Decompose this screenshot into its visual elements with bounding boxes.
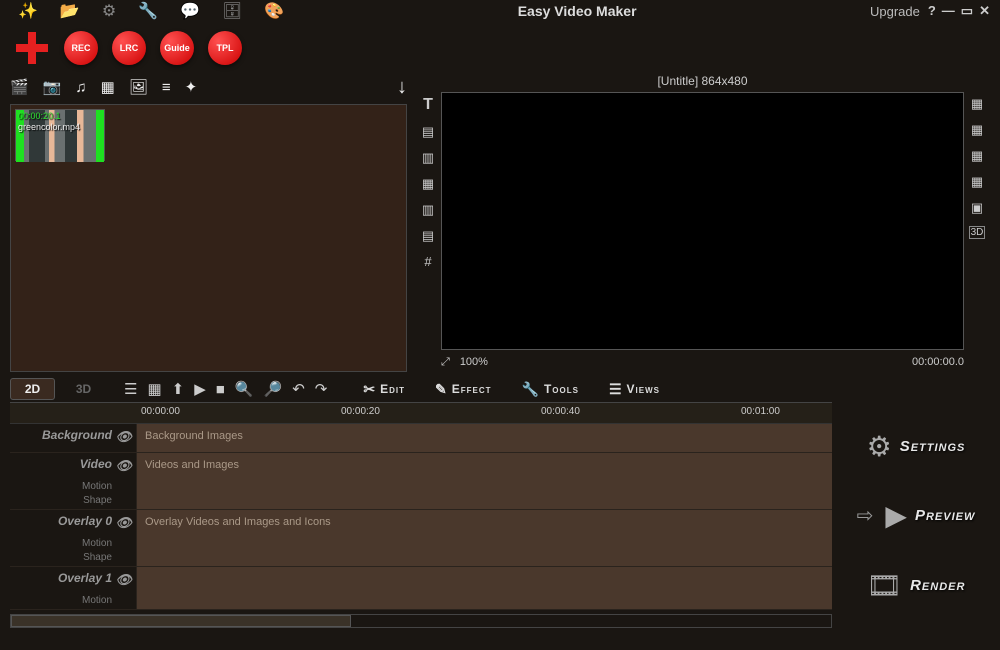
- main-toolbar: REC LRC Guide TPL: [0, 22, 1000, 74]
- chat-icon[interactable]: 💬: [180, 1, 200, 21]
- media-clip[interactable]: 00:00:20.1 greencolor.mp4: [15, 109, 105, 161]
- track-overlay-0[interactable]: Overlay 0👁 Motion Shape Overlay Videos a…: [10, 510, 832, 567]
- lrc-button[interactable]: LRC: [112, 31, 146, 65]
- titlebar: ✨ 📂 ⚙ 🔧 💬 🗄 🎨 Easy Video Maker Upgrade ?…: [0, 0, 1000, 22]
- frame-tab-icon[interactable]: ▦: [101, 78, 115, 96]
- help-icon[interactable]: ?: [928, 3, 936, 19]
- align-left-icon[interactable]: ▤: [422, 124, 434, 140]
- up-icon[interactable]: ⬆: [172, 380, 185, 398]
- tab-3d[interactable]: 3D: [61, 378, 106, 400]
- eye-icon[interactable]: 👁: [115, 429, 132, 445]
- color-icon[interactable]: 🎨: [264, 1, 284, 21]
- upgrade-link[interactable]: Upgrade: [870, 4, 920, 19]
- align-right-icon[interactable]: ▥: [422, 150, 434, 166]
- menu-icon[interactable]: ☰: [124, 380, 137, 398]
- maximize-icon[interactable]: ▭: [961, 3, 973, 19]
- tpl-button[interactable]: TPL: [208, 31, 242, 65]
- eye-icon[interactable]: 👁: [115, 572, 132, 588]
- zoom-level: 100%: [460, 356, 488, 368]
- redo-icon[interactable]: ↷: [315, 380, 328, 398]
- undo-icon[interactable]: ↶: [292, 380, 305, 398]
- timeline-ruler[interactable]: 00:00:00 00:00:20 00:00:40 00:01:00: [10, 402, 832, 424]
- side-actions: ⚙ Settings ⇨ ▶ Preview 🎞 Render: [832, 402, 1000, 630]
- stop-icon[interactable]: ■: [216, 381, 225, 398]
- render-button[interactable]: 🎞 Render: [867, 569, 966, 602]
- clip-duration: 00:00:20.1: [18, 111, 61, 121]
- preview-area: [Untitle] 864x480 T ▤ ▥ ▦ ▥ ▤ # ▦ ▦ ▦ ▦ …: [415, 74, 1000, 372]
- zoom-in-icon[interactable]: 🔎: [264, 380, 283, 398]
- text-tool-icon[interactable]: T: [423, 96, 433, 114]
- timeline: 00:00:00 00:00:20 00:00:40 00:01:00 Back…: [0, 402, 832, 630]
- menu-tools[interactable]: 🔧Tools: [522, 381, 579, 398]
- close-icon[interactable]: ✕: [979, 3, 990, 19]
- grid-icon[interactable]: ▦: [422, 176, 434, 192]
- list-tab-icon[interactable]: ≡: [162, 79, 171, 96]
- track-video[interactable]: Video👁 Motion Shape Videos and Images: [10, 453, 832, 510]
- add-button[interactable]: [14, 30, 50, 66]
- wrench-icon: 🔧: [522, 381, 540, 398]
- disk-icon[interactable]: 🗄: [222, 1, 242, 21]
- eye-icon[interactable]: 👁: [115, 458, 132, 474]
- eye-icon[interactable]: 👁: [115, 515, 132, 531]
- minimize-icon[interactable]: —: [942, 3, 955, 19]
- app-title: Easy Video Maker: [284, 3, 870, 19]
- scissors-icon: ✂: [363, 381, 376, 398]
- reel-icon: 🎞: [867, 569, 903, 602]
- wand-icon[interactable]: ✨: [18, 1, 38, 21]
- columns-icon[interactable]: ▤: [422, 228, 434, 244]
- preview-screen[interactable]: [441, 92, 964, 350]
- rtool-3d-icon[interactable]: 3D: [969, 226, 986, 239]
- music-tab-icon[interactable]: ♫: [75, 79, 86, 96]
- preview-time: 00:00:00.0: [912, 356, 964, 368]
- rtool-1-icon[interactable]: ▦: [971, 96, 983, 112]
- image-tab-icon[interactable]: 🖼: [129, 78, 148, 96]
- hash-icon[interactable]: #: [424, 254, 431, 269]
- gear-icon[interactable]: ⚙: [102, 1, 116, 21]
- download-icon[interactable]: ↓: [397, 76, 407, 99]
- preview-title: [Untitle] 864x480: [415, 74, 990, 92]
- bars-icon[interactable]: ▥: [422, 202, 434, 218]
- fullscreen-icon[interactable]: ⤢: [441, 356, 450, 369]
- gears-icon: ⚙: [867, 430, 892, 463]
- video-tab-icon[interactable]: 🎬: [10, 78, 29, 96]
- wrench-icon[interactable]: 🔧: [138, 1, 158, 21]
- arrow-right-icon: ⇨: [857, 503, 874, 528]
- timeline-scrollbar[interactable]: [10, 614, 832, 628]
- mid-toolbar: 2D 3D ☰ ▦ ⬆ ▶ ■ 🔍 🔎 ↶ ↷ ✂Edit ✎Effect 🔧T…: [0, 376, 1000, 402]
- folder-icon[interactable]: 📂: [60, 1, 80, 21]
- menu-views[interactable]: ☰Views: [609, 381, 660, 398]
- play-icon[interactable]: ▶: [194, 380, 206, 398]
- media-panel: 🎬 📷 ♫ ▦ 🖼 ≡ ✦ ↓ 00:00:20.1 greencolor.mp…: [0, 74, 415, 372]
- plugin-tab-icon[interactable]: ✦: [185, 78, 198, 96]
- zoom-out-icon[interactable]: 🔍: [235, 380, 254, 398]
- menu-edit[interactable]: ✂Edit: [363, 381, 405, 398]
- rec-button[interactable]: REC: [64, 31, 98, 65]
- media-bin[interactable]: 00:00:20.1 greencolor.mp4: [10, 104, 407, 372]
- track-background[interactable]: Background👁 Background Images: [10, 424, 832, 453]
- tab-2d[interactable]: 2D: [10, 378, 55, 400]
- preview-button[interactable]: ⇨ ▶ Preview: [857, 499, 976, 532]
- pen-icon: ✎: [435, 381, 448, 398]
- track-overlay-1[interactable]: Overlay 1👁 Motion: [10, 567, 832, 610]
- guide-button[interactable]: Guide: [160, 31, 194, 65]
- menu-effect[interactable]: ✎Effect: [435, 381, 492, 398]
- clip-filename: greencolor.mp4: [18, 122, 80, 132]
- settings-button[interactable]: ⚙ Settings: [867, 430, 966, 463]
- rtool-2-icon[interactable]: ▦: [971, 122, 983, 138]
- play-icon: ▶: [885, 499, 907, 532]
- rtool-4-icon[interactable]: ▦: [971, 174, 983, 190]
- list-icon: ☰: [609, 381, 623, 398]
- rtool-3-icon[interactable]: ▦: [971, 148, 983, 164]
- camera-tab-icon[interactable]: 📷: [43, 78, 62, 96]
- grid-view-icon[interactable]: ▦: [147, 380, 161, 398]
- rtool-5-icon[interactable]: ▣: [971, 200, 983, 216]
